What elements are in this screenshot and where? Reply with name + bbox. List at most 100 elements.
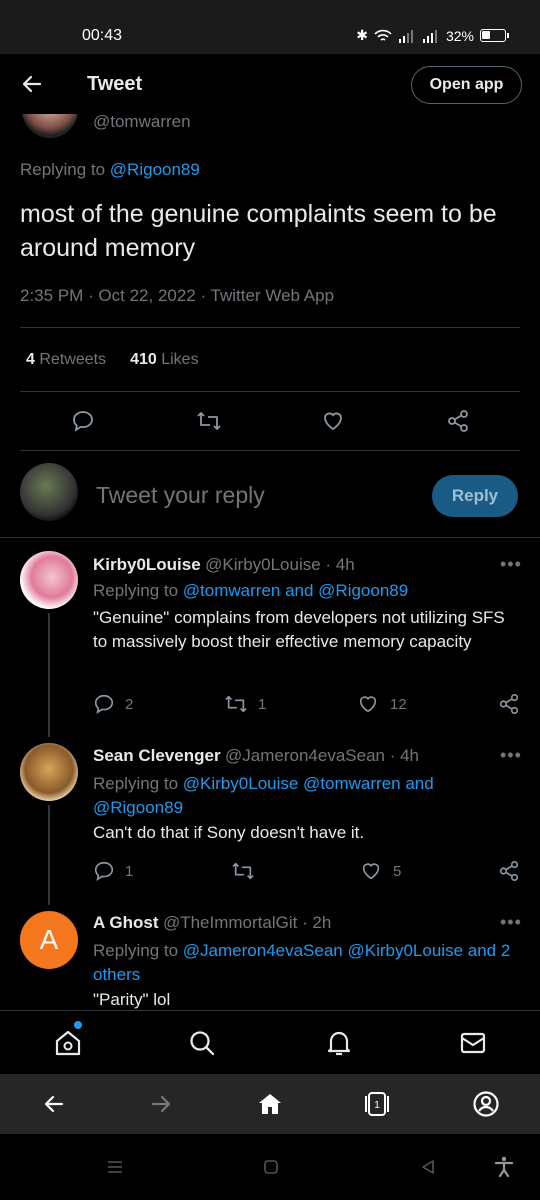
system-home-button[interactable] xyxy=(263,1159,279,1175)
replying-to: Replying to @Rigoon89 xyxy=(20,160,200,179)
reply-header: Kirby0Louise @Kirby0Louise · 4h xyxy=(93,555,493,575)
more-options-button[interactable]: ••• xyxy=(500,745,522,766)
avatar[interactable] xyxy=(20,743,78,801)
more-options-button[interactable]: ••• xyxy=(500,912,522,933)
reply-author-name[interactable]: Kirby0Louise xyxy=(93,555,201,574)
tweet-stats: 4 Retweets 410 Likes xyxy=(26,351,199,369)
retweet-button[interactable] xyxy=(231,860,255,882)
system-menu-button[interactable] xyxy=(106,1159,124,1175)
arrow-right-icon xyxy=(151,1095,171,1113)
reply-handle-time: @TheImmortalGit · 2h xyxy=(162,913,332,932)
retweet-icon xyxy=(197,412,221,430)
browser-tabs-button[interactable]: 1 xyxy=(362,1090,392,1118)
back-button[interactable] xyxy=(20,72,44,96)
bottom-navigation xyxy=(0,1010,540,1074)
browser-home-button[interactable] xyxy=(257,1091,283,1117)
arrow-left-icon xyxy=(22,75,42,93)
reply-button[interactable] xyxy=(71,409,95,433)
reply-button[interactable] xyxy=(93,693,115,715)
share-button[interactable] xyxy=(446,409,470,433)
open-app-button[interactable]: Open app xyxy=(411,66,522,104)
notifications-tab[interactable] xyxy=(325,1029,353,1057)
replying-to: Replying to @tomwarren and @Rigoon89 xyxy=(93,581,409,600)
reply-submit-button[interactable]: Reply xyxy=(432,475,518,517)
tweet-text: most of the genuine complaints seem to b… xyxy=(20,200,497,262)
bell-icon xyxy=(327,1031,351,1056)
author-handle[interactable]: @tomwarren xyxy=(93,112,191,132)
replying-to-link[interactable]: @tomwarren and @Rigoon89 xyxy=(183,581,408,600)
reply-header: Sean Clevenger @Jameron4evaSean · 4h xyxy=(93,746,493,766)
search-tab[interactable] xyxy=(188,1029,216,1057)
status-icons: ✱ 32% xyxy=(356,27,509,44)
avatar[interactable] xyxy=(20,551,78,609)
reply-button[interactable] xyxy=(93,860,115,882)
wifi-icon xyxy=(374,29,392,41)
battery-icon xyxy=(480,29,509,42)
reply-text: "Parity" lol xyxy=(93,990,171,1009)
author-avatar[interactable] xyxy=(22,114,78,138)
tabs-icon: 1 xyxy=(365,1092,389,1116)
comment-icon xyxy=(94,694,114,715)
reply-header: A Ghost @TheImmortalGit · 2h xyxy=(93,913,493,933)
heart-icon xyxy=(359,696,377,713)
likes-stat[interactable]: 410 Likes xyxy=(130,351,199,369)
retweet-icon xyxy=(225,695,247,713)
heart-icon xyxy=(324,412,342,431)
share-icon xyxy=(499,861,519,881)
thread-line xyxy=(48,805,50,905)
arrow-left-icon xyxy=(44,1095,64,1113)
status-time: 00:43 xyxy=(82,27,123,44)
retweet-count: 1 xyxy=(258,696,267,713)
reply-text: Can't do that if Sony doesn't have it. xyxy=(93,823,365,842)
reply-author-name[interactable]: Sean Clevenger xyxy=(93,746,221,765)
tweet-meta[interactable]: 2:35 PM · Oct 22, 2022 · Twitter Web App xyxy=(20,286,334,306)
retweet-icon xyxy=(232,862,254,880)
like-button[interactable] xyxy=(360,860,382,882)
home-tab[interactable] xyxy=(54,1021,82,1057)
browser-account-button[interactable] xyxy=(472,1090,500,1118)
replying-to: Replying to @Jameron4evaSean @Kirby0Loui… xyxy=(93,941,511,984)
replying-to-link[interactable]: @Rigoon89 xyxy=(110,160,200,179)
like-count: 12 xyxy=(390,696,407,713)
retweets-stat[interactable]: 4 Retweets xyxy=(26,351,106,369)
like-button[interactable] xyxy=(357,693,379,715)
messages-tab[interactable] xyxy=(459,1029,487,1057)
divider xyxy=(20,327,520,328)
browser-forward-button[interactable] xyxy=(149,1092,173,1116)
reply-author-name[interactable]: A Ghost xyxy=(93,913,158,932)
notification-dot xyxy=(74,1021,82,1029)
like-button[interactable] xyxy=(321,409,345,433)
avatar[interactable]: A xyxy=(20,911,78,969)
my-avatar[interactable] xyxy=(20,463,78,521)
reply-handle-time: @Jameron4evaSean · 4h xyxy=(225,746,419,765)
reply-handle-time: @Kirby0Louise · 4h xyxy=(205,555,355,574)
browser-toolbar: 1 xyxy=(0,1074,540,1134)
system-navigation xyxy=(0,1134,540,1200)
reply-actions: 2 1 12 xyxy=(93,693,523,717)
top-header: Tweet Open app xyxy=(0,54,540,114)
retweet-button[interactable] xyxy=(196,409,222,433)
home-icon xyxy=(259,1094,281,1114)
system-back-button[interactable] xyxy=(419,1158,437,1176)
reply-input[interactable]: Tweet your reply xyxy=(96,482,265,509)
reply-count: 2 xyxy=(125,696,134,713)
tweet-actions xyxy=(0,404,540,438)
share-button[interactable] xyxy=(498,860,520,882)
triangle-back-icon xyxy=(422,1160,434,1174)
reply-count: 1 xyxy=(125,863,134,880)
signal-icon xyxy=(398,29,413,43)
share-icon xyxy=(499,694,519,714)
more-options-button[interactable]: ••• xyxy=(500,554,522,575)
signal-icon-2 xyxy=(422,29,437,43)
home-icon xyxy=(55,1030,81,1056)
like-count: 5 xyxy=(393,863,402,880)
reply-actions: 1 5 xyxy=(93,860,523,884)
accessibility-button[interactable] xyxy=(494,1156,514,1178)
thread-line xyxy=(48,613,50,737)
share-button[interactable] xyxy=(498,693,520,715)
page-title: Tweet xyxy=(87,73,143,95)
replying-to: Replying to @Kirby0Louise @tomwarren and… xyxy=(93,774,434,817)
retweet-button[interactable] xyxy=(224,693,248,715)
divider xyxy=(20,450,520,451)
browser-back-button[interactable] xyxy=(42,1092,66,1116)
